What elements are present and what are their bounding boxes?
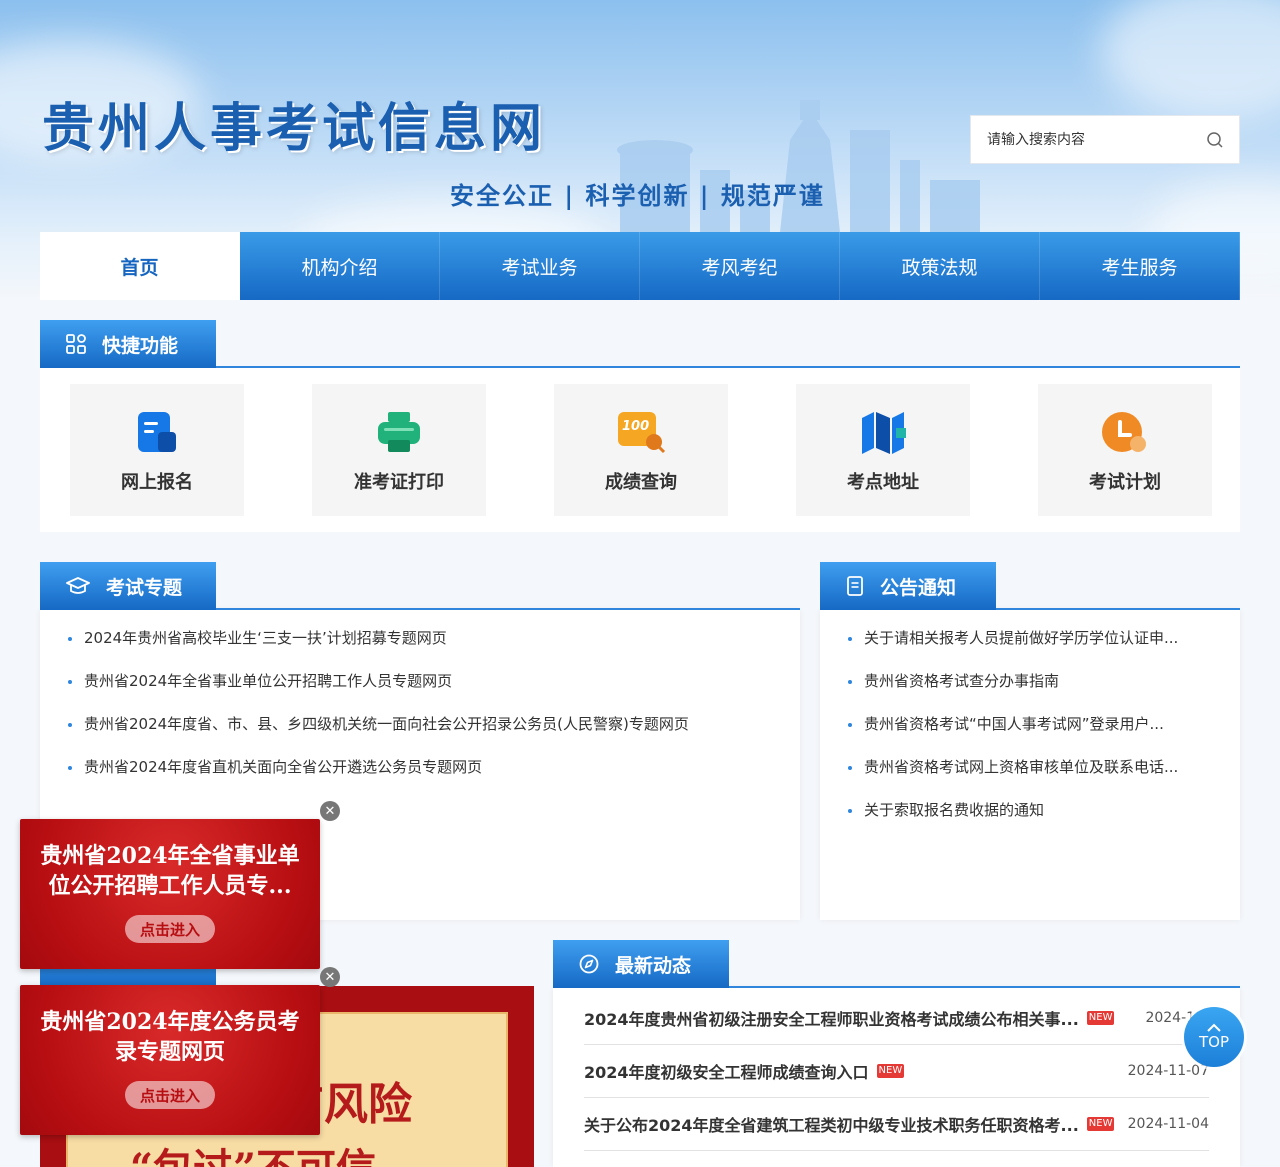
nav-item-about[interactable]: 机构介绍: [240, 232, 440, 300]
nav-item-home[interactable]: 首页: [40, 232, 240, 300]
new-badge: NEW: [876, 1064, 905, 1078]
back-to-top-button[interactable]: TOP: [1184, 1007, 1244, 1067]
nav-item-exam-business[interactable]: 考试业务: [440, 232, 640, 300]
quick-functions-panel: 网上报名 准考证打印 100 成绩查询 考点地址 考试计划: [40, 368, 1240, 532]
section-divider: [216, 608, 800, 610]
latest-news-tab: 最新动态: [553, 940, 729, 988]
nav-item-policy[interactable]: 政策法规: [840, 232, 1040, 300]
floating-ad-civil-servant[interactable]: 贵州省2024年度公务员考录专题网页 点击进入: [20, 985, 320, 1135]
map-icon: [862, 412, 906, 454]
quick-functions-tab: 快捷功能: [40, 320, 216, 368]
grid-icon: [66, 334, 86, 354]
search-box: [970, 115, 1240, 164]
quick-item-exam-site-address[interactable]: 考点地址: [796, 384, 970, 516]
svg-text:100: 100: [622, 419, 649, 434]
main-nav: 首页 机构介绍 考试业务 考风考纪 政策法规 考生服务: [40, 232, 1240, 300]
search-button[interactable]: [1191, 116, 1239, 164]
quick-item-exam-plan[interactable]: 考试计划: [1038, 384, 1212, 516]
list-item[interactable]: 贵州省2024年度省直机关面向全省公开遴选公务员专题网页: [68, 746, 689, 789]
compass-icon: [579, 954, 599, 974]
new-badge: NEW: [1086, 1117, 1115, 1131]
nav-item-exam-discipline[interactable]: 考风考纪: [640, 232, 840, 300]
document-icon: [847, 576, 863, 596]
nav-item-candidate-service[interactable]: 考生服务: [1040, 232, 1240, 300]
clock-icon: [1102, 412, 1146, 452]
quick-item-online-registration[interactable]: 网上报名: [70, 384, 244, 516]
section-divider: [729, 986, 1240, 988]
quick-item-score-query[interactable]: 100 成绩查询: [554, 384, 728, 516]
list-item[interactable]: 关于请相关报考人员提前做好学历学位认证申...: [848, 617, 1178, 660]
score-100-icon: 100: [618, 412, 666, 454]
new-badge: NEW: [1086, 1011, 1115, 1025]
list-item[interactable]: 2024年贵州省高校毕业生‘三支一扶’计划招募专题网页: [68, 617, 689, 660]
exam-topics-tab: 考试专题: [40, 562, 216, 610]
exam-topics-list: 2024年贵州省高校毕业生‘三支一扶’计划招募专题网页 贵州省2024年全省事业…: [68, 617, 689, 789]
news-row[interactable]: 关于公布2024年度全省建筑工程类初中级专业技术职务任职资格考... NEW 2…: [584, 1098, 1209, 1151]
site-title: 贵州人事考试信息网: [42, 98, 547, 159]
notices-list: 关于请相关报考人员提前做好学历学位认证申... 贵州省资格考试查分办事指南 贵州…: [848, 617, 1178, 832]
floating-ad-recruitment[interactable]: 贵州省2024年全省事业单位公开招聘工作人员专... 点击进入: [20, 819, 320, 969]
quick-item-admission-ticket-print[interactable]: 准考证打印: [312, 384, 486, 516]
list-item[interactable]: 贵州省资格考试网上资格审核单位及联系电话...: [848, 746, 1178, 789]
news-row[interactable]: 2024年度贵州省初级注册安全工程师职业资格考试成绩公布相关事... NEW 2…: [584, 992, 1209, 1045]
printer-icon: [378, 412, 420, 452]
graduation-cap-icon: [66, 577, 90, 594]
banner-text: “包过”不可信: [130, 1136, 376, 1167]
ad-title: 贵州省2024年全省事业单位公开招聘工作人员专...: [40, 843, 300, 899]
news-row[interactable]: 2024年度初级安全工程师成绩查询入口 NEW 2024-11-07: [584, 1045, 1209, 1098]
latest-news-title: 最新动态: [615, 954, 692, 977]
section-divider: [996, 608, 1240, 610]
ad-enter-button[interactable]: 点击进入: [125, 1081, 215, 1109]
notices-tab: 公告通知: [820, 562, 996, 610]
quick-functions-title: 快捷功能: [102, 334, 179, 357]
search-input[interactable]: [971, 116, 1191, 163]
list-item[interactable]: 贵州省2024年度省、市、县、乡四级机关统一面向社会公开招录公务员(人民警察)专…: [68, 703, 689, 746]
list-item[interactable]: 贵州省资格考试查分办事指南: [848, 660, 1178, 703]
search-icon: [1207, 131, 1223, 148]
close-icon[interactable]: ✕: [320, 801, 340, 821]
ad-title: 贵州省2024年度公务员考录专题网页: [40, 1009, 300, 1065]
list-item[interactable]: 贵州省资格考试“中国人事考试网”登录用户...: [848, 703, 1178, 746]
close-icon[interactable]: ✕: [320, 967, 340, 987]
exam-topics-title: 考试专题: [106, 576, 183, 599]
city-skyline-illustration: [617, 100, 980, 232]
site-slogan: 安全公正 | 科学创新 | 规范严谨: [450, 181, 825, 210]
list-item[interactable]: 贵州省2024年全省事业单位公开招聘工作人员专题网页: [68, 660, 689, 703]
chevron-up-icon: [1207, 1023, 1221, 1032]
notices-title: 公告通知: [880, 576, 957, 599]
list-item[interactable]: 关于索取报名费收据的通知: [848, 789, 1178, 832]
ad-enter-button[interactable]: 点击进入: [125, 915, 215, 943]
form-icon: [138, 412, 176, 452]
